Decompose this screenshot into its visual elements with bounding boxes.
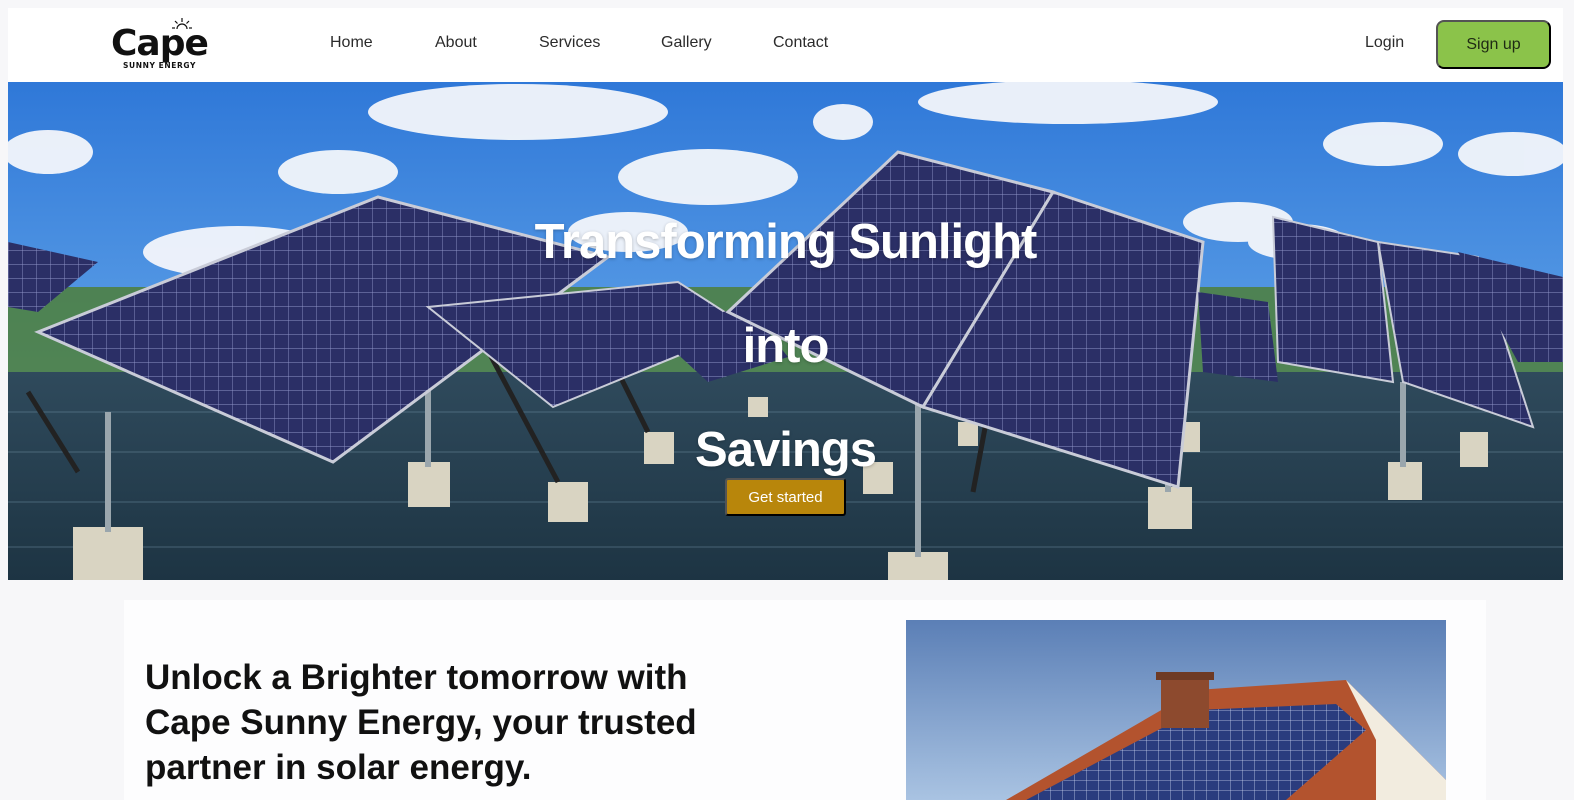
- nav-services-link[interactable]: Services: [539, 34, 600, 52]
- nav-about-link[interactable]: About: [435, 34, 477, 52]
- get-started-button[interactable]: Get started: [725, 478, 846, 516]
- nav-gallery-link[interactable]: Gallery: [661, 34, 712, 52]
- solar-roof-image: [906, 620, 1446, 800]
- site-header: Cape SUNNY ENERGY Home About Services Ga…: [8, 8, 1563, 82]
- about-section: Unlock a Brighter tomorrow with Cape Sun…: [124, 600, 1486, 800]
- hero-title-line-2: into: [742, 319, 830, 373]
- brand-name: Cape: [111, 23, 209, 64]
- hero-banner: Transforming Sunlight into Savings Get s…: [8, 82, 1563, 580]
- nav-home-link[interactable]: Home: [330, 34, 373, 52]
- signup-button[interactable]: Sign up: [1436, 20, 1551, 69]
- nav-contact-link[interactable]: Contact: [773, 34, 828, 52]
- brand-logo[interactable]: Cape SUNNY ENERGY: [111, 18, 221, 72]
- brand-tagline: SUNNY ENERGY: [123, 61, 197, 70]
- about-heading: Unlock a Brighter tomorrow with Cape Sun…: [145, 658, 697, 787]
- hero-title: Transforming Sunlight into Savings: [8, 190, 1563, 502]
- login-link[interactable]: Login: [1365, 34, 1404, 52]
- hero-title-line-1: Transforming Sunlight: [534, 215, 1038, 269]
